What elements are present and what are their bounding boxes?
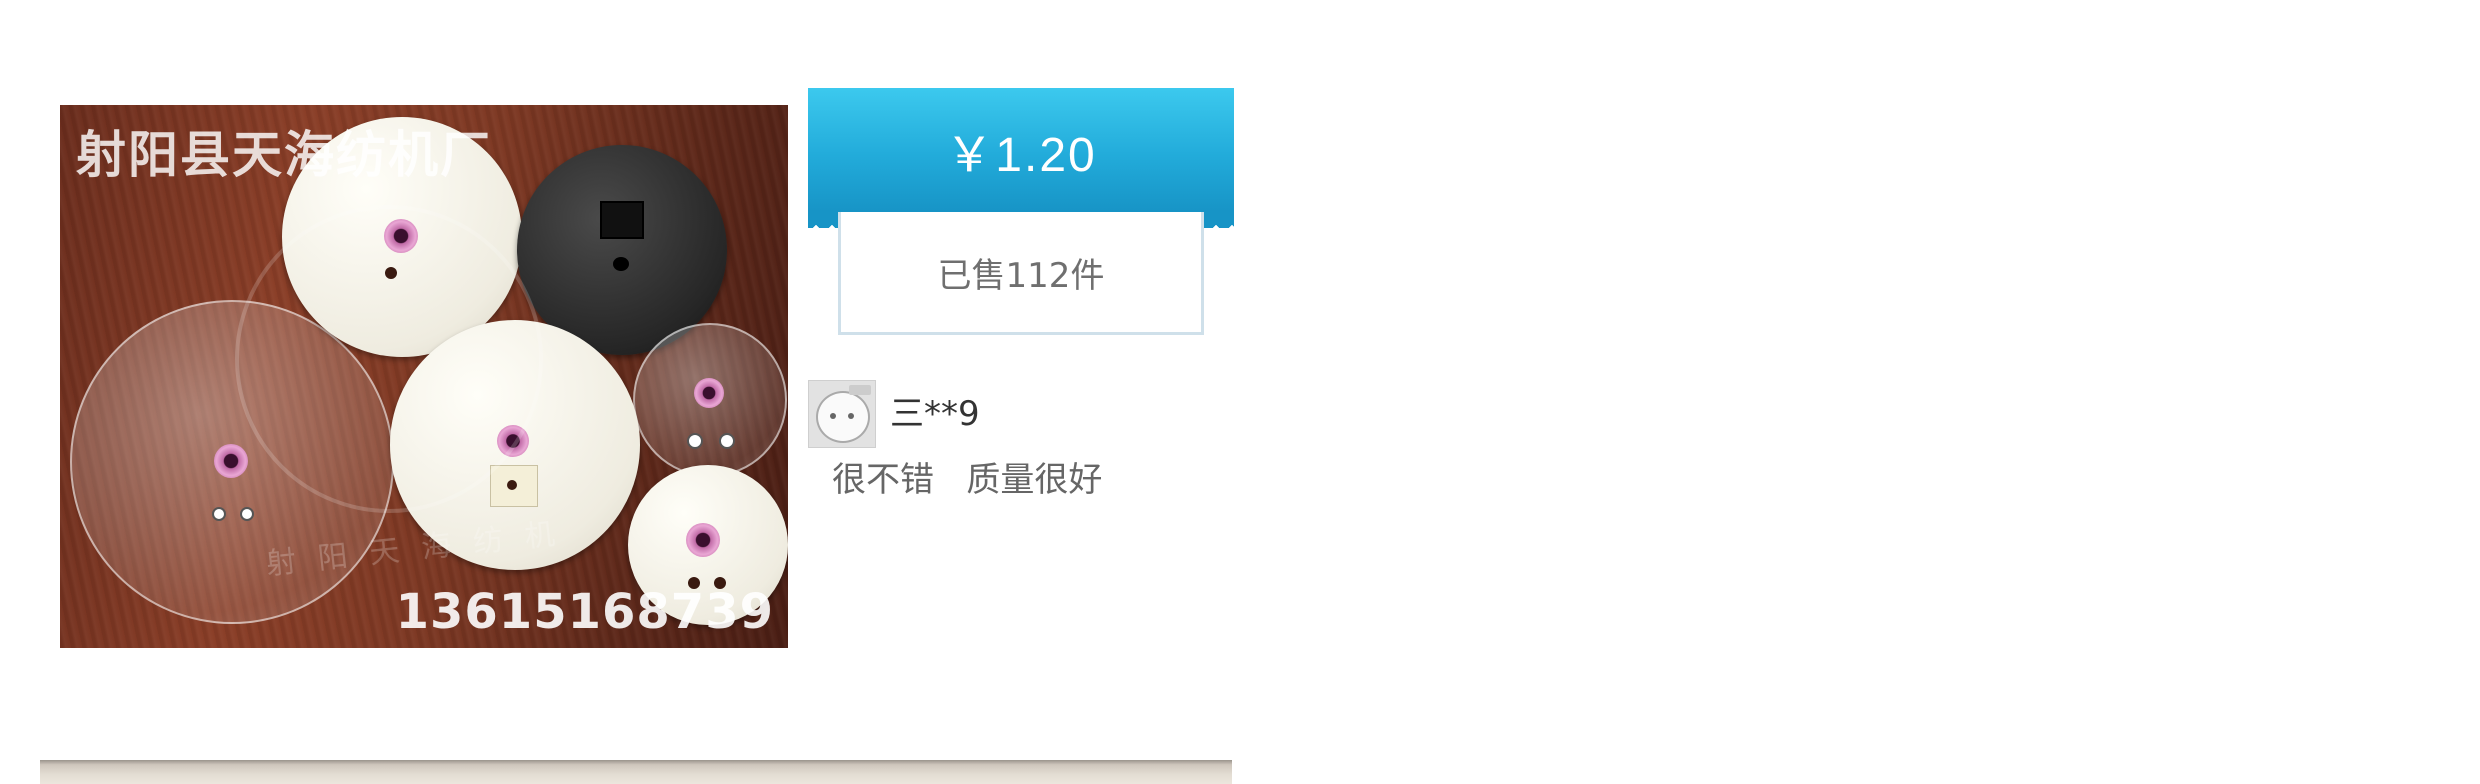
price-label: ￥1.20	[945, 129, 1097, 182]
avatar-icon[interactable]	[808, 380, 876, 448]
avatar-badge	[849, 385, 871, 395]
review-text: 很不错 质量很好	[832, 460, 1103, 500]
product-image[interactable]: 射阳县天海纺机厂 射阳天海纺机 13615168739	[60, 105, 788, 648]
disc-hub	[686, 523, 720, 557]
sold-count-label: 已售112件	[937, 255, 1105, 296]
disc-hole	[613, 257, 629, 271]
square-hub	[600, 201, 644, 239]
disc-hub	[694, 378, 724, 408]
image-phone-text: 13615168739	[395, 584, 774, 640]
disc-hub	[214, 444, 248, 478]
sold-count-box: 已售112件	[838, 212, 1204, 335]
logo-watermark	[235, 205, 543, 513]
reviewer-name[interactable]: 三**9	[890, 386, 980, 435]
disc-hole	[687, 433, 703, 449]
clear-disc-small	[633, 323, 787, 477]
disc-hole	[212, 507, 226, 521]
image-company-text: 射阳县天海纺机厂	[76, 126, 492, 184]
price-tag: ￥1.20	[808, 88, 1234, 228]
disc-hole	[507, 480, 517, 490]
next-section-image-edge	[40, 760, 1232, 784]
avatar-eye	[830, 413, 836, 419]
disc-hole	[719, 433, 735, 449]
avatar-eye	[848, 413, 854, 419]
disc-hole	[240, 507, 254, 521]
avatar-face	[816, 391, 870, 443]
